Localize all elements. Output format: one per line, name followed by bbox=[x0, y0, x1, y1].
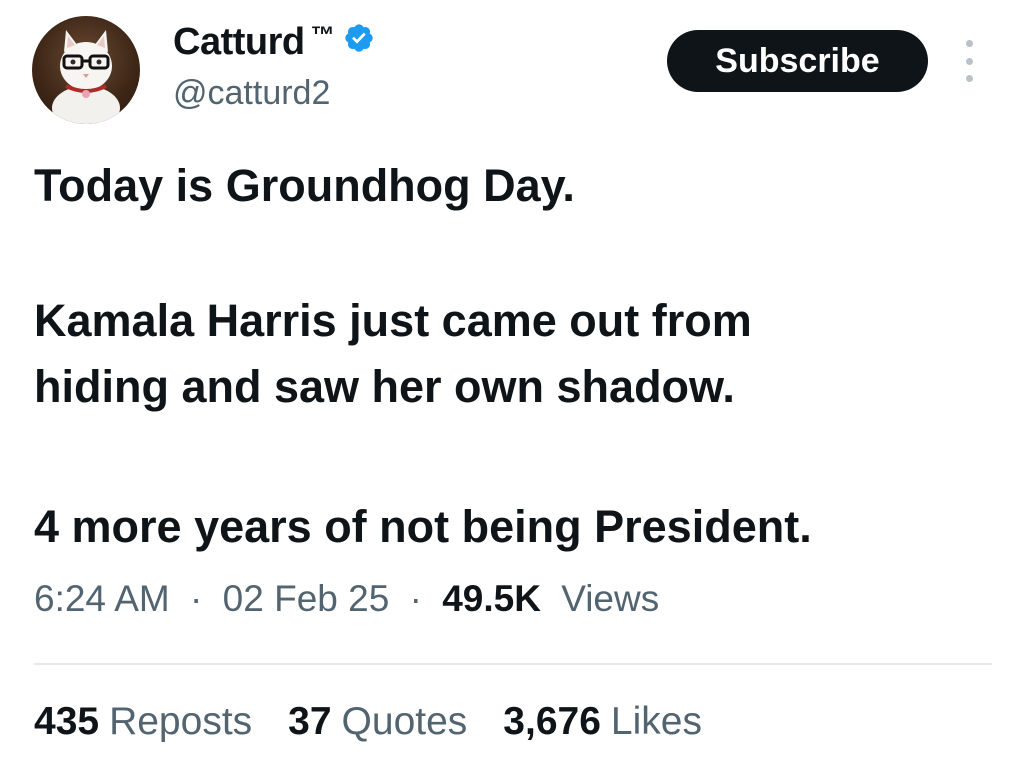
quotes-label: Quotes bbox=[341, 700, 468, 743]
views-label: Views bbox=[561, 578, 660, 619]
more-options-icon[interactable] bbox=[958, 40, 980, 82]
divider bbox=[34, 663, 992, 665]
likes-label: Likes bbox=[610, 700, 702, 743]
tweet-text-line: Kamala Harris just came out from bbox=[34, 295, 752, 346]
engagement-stats: 435 Reposts 37 Quotes 3,676 Likes bbox=[34, 700, 738, 744]
tweet: Catturd ™ @catturd2 Subscribe Today is G… bbox=[0, 0, 1024, 779]
display-name[interactable]: Catturd bbox=[173, 21, 305, 64]
tweet-time[interactable]: 6:24 AM bbox=[34, 578, 170, 619]
subscribe-button[interactable]: Subscribe bbox=[667, 30, 928, 92]
display-name-row[interactable]: Catturd ™ bbox=[173, 20, 375, 64]
reposts-label: Reposts bbox=[109, 700, 253, 743]
author-handle[interactable]: @catturd2 bbox=[173, 74, 330, 113]
more-dot bbox=[965, 75, 973, 82]
tweet-meta: 6:24 AM · 02 Feb 25 · 49.5K Views bbox=[34, 578, 659, 620]
quotes-count: 37 bbox=[288, 700, 332, 743]
more-dot bbox=[965, 57, 973, 65]
cat-with-glasses-image bbox=[52, 30, 120, 124]
verified-badge-icon[interactable] bbox=[343, 22, 375, 54]
tweet-text-line: hiding and saw her own shadow. bbox=[34, 361, 735, 412]
reposts-count: 435 bbox=[34, 700, 100, 743]
likes-count: 3,676 bbox=[503, 700, 601, 743]
quotes-stat[interactable]: 37 Quotes bbox=[288, 700, 467, 744]
meta-separator: · bbox=[409, 578, 422, 619]
tweet-date[interactable]: 02 Feb 25 bbox=[223, 578, 390, 619]
tweet-text-line: 4 more years of not being President. bbox=[34, 501, 812, 552]
meta-separator: · bbox=[190, 578, 203, 619]
likes-stat[interactable]: 3,676 Likes bbox=[503, 700, 702, 744]
avatar[interactable] bbox=[32, 16, 140, 124]
trademark-symbol: ™ bbox=[310, 22, 335, 49]
reposts-stat[interactable]: 435 Reposts bbox=[34, 700, 252, 744]
more-dot bbox=[965, 40, 973, 47]
views-count[interactable]: 49.5K bbox=[442, 578, 541, 619]
tweet-text-line: Today is Groundhog Day. bbox=[34, 160, 575, 211]
